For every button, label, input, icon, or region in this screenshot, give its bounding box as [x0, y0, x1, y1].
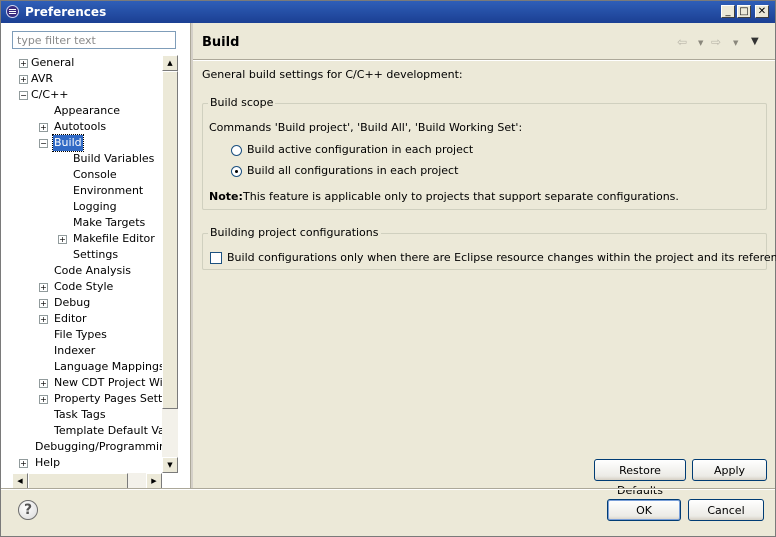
- tree-item-code-analysis[interactable]: Code Analysis: [54, 263, 131, 279]
- tree-item-file-types[interactable]: File Types: [54, 327, 107, 343]
- build-scope-commands-label: Commands 'Build project', 'Build All', '…: [209, 121, 523, 134]
- build-scope-legend: Build scope: [208, 96, 276, 109]
- tree-item-indexer[interactable]: Indexer: [54, 343, 95, 359]
- expand-icon[interactable]: +: [58, 235, 67, 244]
- tree-item-build-label: Build: [52, 134, 84, 152]
- expand-icon[interactable]: +: [39, 395, 48, 404]
- expand-icon[interactable]: +: [19, 75, 28, 84]
- tree-item-language-mappings[interactable]: Language Mappings: [54, 359, 162, 375]
- tree-item-settings[interactable]: Settings: [73, 247, 118, 263]
- preference-tree: + General + AVR − C/C++ Appearance + Autotoo…: [12, 55, 162, 473]
- tree-horizontal-scrollbar[interactable]: ◀ ▶: [12, 473, 162, 489]
- page-title: Build: [202, 35, 240, 50]
- close-button[interactable]: ✕: [755, 5, 769, 18]
- filter-input[interactable]: [12, 31, 176, 49]
- back-history-dropdown-icon[interactable]: ▼: [698, 39, 703, 47]
- ok-button[interactable]: OK: [607, 499, 681, 521]
- tree-item-appearance[interactable]: Appearance: [54, 103, 120, 119]
- vertical-scroll-thumb[interactable]: [162, 71, 178, 409]
- forward-history-dropdown-icon[interactable]: ▼: [733, 39, 738, 47]
- building-configs-legend: Building project configurations: [208, 226, 381, 239]
- build-all-configs-label[interactable]: Build all configurations in each project: [247, 164, 458, 177]
- expand-icon[interactable]: +: [19, 59, 28, 68]
- building-configs-group: Building project configurations Build co…: [202, 226, 776, 270]
- back-arrow-icon[interactable]: ⇦: [677, 35, 687, 49]
- forward-arrow-icon[interactable]: ⇨: [711, 35, 721, 49]
- preferences-sidebar: +General +AVR −C/C++ Appearance +Autotoo…: [1, 23, 190, 489]
- tree-item-console[interactable]: Console: [73, 167, 117, 183]
- tree-item-debugging-programming[interactable]: Debugging/Programming: [35, 439, 162, 455]
- cancel-button[interactable]: Cancel: [688, 499, 764, 521]
- scroll-right-icon[interactable]: ▶: [146, 473, 162, 489]
- expand-icon[interactable]: +: [39, 283, 48, 292]
- scroll-left-icon[interactable]: ◀: [12, 473, 28, 489]
- build-on-resource-changes-checkbox[interactable]: [210, 252, 222, 264]
- expand-icon[interactable]: +: [19, 459, 28, 468]
- build-active-config-label[interactable]: Build active configuration in each proje…: [247, 143, 473, 156]
- tree-item-logging[interactable]: Logging: [73, 199, 117, 215]
- footer-separator: [1, 488, 775, 490]
- note-label: Note:: [209, 190, 243, 203]
- restore-defaults-button[interactable]: Restore Defaults: [594, 459, 686, 497]
- tree-item-build-variables[interactable]: Build Variables: [73, 151, 154, 167]
- tree-item-task-tags[interactable]: Task Tags: [54, 407, 106, 423]
- page-description: General build settings for C/C++ develop…: [202, 68, 463, 81]
- minimize-button[interactable]: _: [721, 5, 735, 18]
- build-all-configs-radio[interactable]: [231, 166, 242, 177]
- build-active-config-radio[interactable]: [231, 145, 242, 156]
- tree-vertical-scrollbar[interactable]: ▲ ▼: [162, 55, 178, 473]
- tree-item-environment[interactable]: Environment: [73, 183, 143, 199]
- maximize-button[interactable]: □: [737, 5, 751, 18]
- horizontal-scroll-thumb[interactable]: [28, 473, 128, 489]
- header-separator: [193, 59, 775, 61]
- title-bar[interactable]: Preferences _ □ ✕: [1, 1, 775, 23]
- window-title: Preferences: [25, 5, 107, 19]
- view-menu-icon[interactable]: ▼: [751, 36, 759, 47]
- expand-icon[interactable]: +: [39, 299, 48, 308]
- expand-icon[interactable]: +: [39, 315, 48, 324]
- build-preference-page: Build ⇦ ▼ ⇨ ▼ ▼ General build settings f…: [193, 23, 776, 497]
- tree-item-template-default-values[interactable]: Template Default Values: [54, 423, 162, 439]
- build-scope-group: Build scope Commands 'Build project', 'B…: [202, 96, 767, 210]
- preferences-window: Preferences _ □ ✕ +General +AVR −C/C++ A…: [0, 0, 776, 537]
- collapse-icon[interactable]: −: [39, 139, 48, 148]
- build-on-resource-changes-label[interactable]: Build configurations only when there are…: [227, 251, 776, 264]
- help-icon[interactable]: ?: [18, 500, 38, 520]
- tree-item-make-targets[interactable]: Make Targets: [73, 215, 145, 231]
- expand-icon[interactable]: +: [39, 379, 48, 388]
- note-text: This feature is applicable only to proje…: [243, 190, 679, 203]
- expand-icon[interactable]: +: [39, 123, 48, 132]
- scroll-down-icon[interactable]: ▼: [162, 457, 178, 473]
- collapse-icon[interactable]: −: [19, 91, 28, 100]
- apply-button[interactable]: Apply: [692, 459, 767, 481]
- eclipse-app-icon: [6, 5, 19, 18]
- scroll-up-icon[interactable]: ▲: [162, 55, 178, 71]
